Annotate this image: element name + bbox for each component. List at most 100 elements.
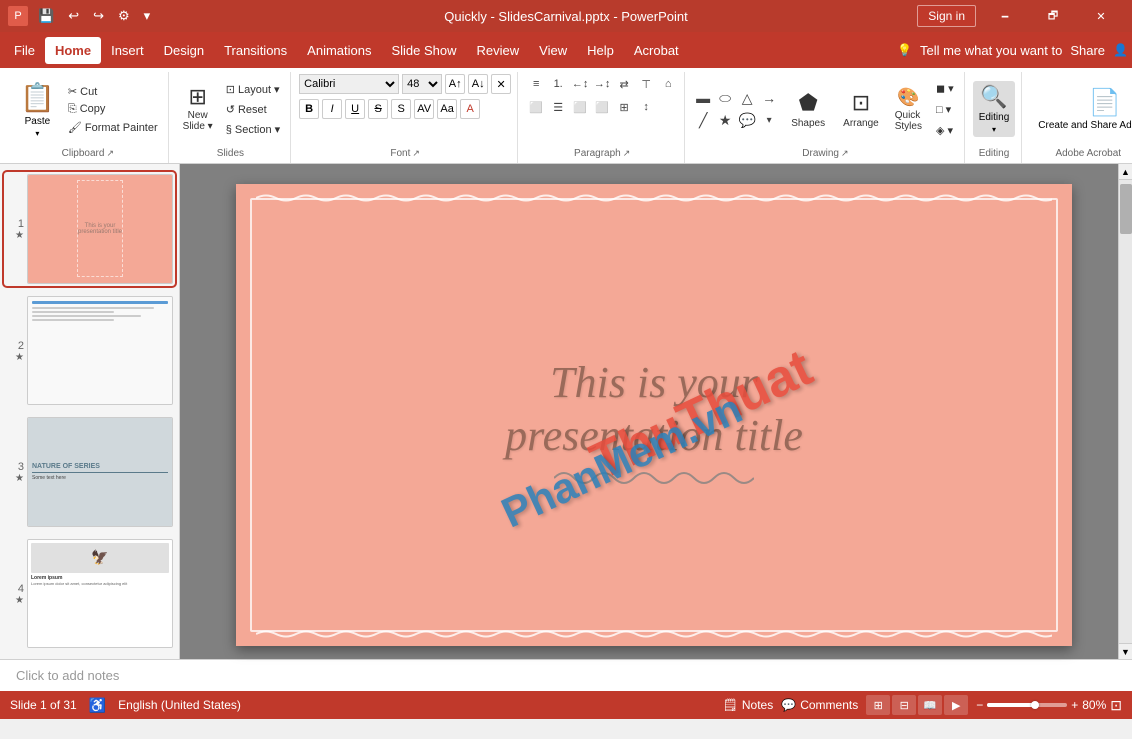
fit-to-window-button[interactable]: ⊡ xyxy=(1110,697,1122,714)
strikethrough-button[interactable]: S xyxy=(368,99,388,119)
slide-thumb-5[interactable]: 5 ★ Sentences are commonly quoted as a m… xyxy=(4,658,175,659)
bold-button[interactable]: B xyxy=(299,99,319,119)
menu-design[interactable]: Design xyxy=(154,37,214,64)
char-spacing-button[interactable]: AV xyxy=(414,99,434,119)
qat-dropdown[interactable]: ▾ xyxy=(140,6,155,26)
save-quick-btn[interactable]: 💾 xyxy=(34,6,58,26)
slide-panel[interactable]: 1 ★ This is yourpresentation title 2 ★ xyxy=(0,164,180,659)
scroll-up-button[interactable]: ▲ xyxy=(1119,164,1132,180)
shape-effects-button[interactable]: ◈ ▾ xyxy=(932,122,958,139)
menu-insert[interactable]: Insert xyxy=(101,37,154,64)
align-right[interactable]: ⬜ xyxy=(570,97,590,117)
section-button[interactable]: § Section ▾ xyxy=(222,121,284,138)
slide-thumb-3[interactable]: 3 ★ NATURE OF SERIES Some text here xyxy=(4,415,175,529)
font-name-select[interactable]: Calibri xyxy=(299,74,399,94)
menu-file[interactable]: File xyxy=(4,37,45,64)
paste-button[interactable]: 📋 Paste ▾ xyxy=(14,78,61,141)
align-left[interactable]: ⬜ xyxy=(526,97,546,117)
font-size-increase[interactable]: A↑ xyxy=(445,74,465,94)
shape-callout[interactable]: 💬 xyxy=(737,110,757,130)
menu-animations[interactable]: Animations xyxy=(297,37,381,64)
slide-sorter-button[interactable]: ⊟ xyxy=(892,695,916,715)
font-expand-icon[interactable]: ↗ xyxy=(412,148,420,159)
quick-styles-button[interactable]: 🎨 QuickStyles xyxy=(889,85,928,134)
shape-outline-button[interactable]: □ ▾ xyxy=(932,101,958,118)
slide-title[interactable]: This is yourpresentation title xyxy=(320,357,989,463)
reset-button[interactable]: ↺ Reset xyxy=(222,101,284,118)
cut-button[interactable]: ✂ Cut xyxy=(64,83,162,100)
slide-thumb-1[interactable]: 1 ★ This is yourpresentation title xyxy=(4,172,175,286)
share-icon[interactable]: 👤 xyxy=(1113,43,1128,57)
scroll-thumb[interactable] xyxy=(1120,184,1132,234)
menu-help[interactable]: Help xyxy=(577,37,624,64)
columns[interactable]: ⊞ xyxy=(614,97,634,117)
restore-button[interactable]: 🗗 xyxy=(1030,0,1076,32)
paragraph-expand-icon[interactable]: ↗ xyxy=(623,148,631,159)
paragraph-row1: ≡ 1. ←↕ →↕ ⇄ ⊤ ⌂ xyxy=(526,74,678,94)
numbering-button[interactable]: 1. xyxy=(548,74,568,94)
zoom-in-button[interactable]: + xyxy=(1071,698,1078,712)
align-center[interactable]: ☰ xyxy=(548,97,568,117)
drawing-expand-icon[interactable]: ↗ xyxy=(841,148,849,159)
vertical-scrollbar[interactable]: ▲ ▼ xyxy=(1118,164,1132,659)
justify[interactable]: ⬜ xyxy=(592,97,612,117)
align-text[interactable]: ⊤ xyxy=(636,74,656,94)
text-direction[interactable]: ⇄ xyxy=(614,74,634,94)
customize-btn[interactable]: ⚙ xyxy=(114,6,134,26)
shape-triangle[interactable]: △ xyxy=(737,88,757,108)
shape-star[interactable]: ★ xyxy=(715,110,735,130)
shapes-more[interactable]: ▾ xyxy=(759,110,779,130)
arrange-button[interactable]: ⊡ Arrange xyxy=(837,88,885,131)
menu-view[interactable]: View xyxy=(529,37,577,64)
menu-slideshow[interactable]: Slide Show xyxy=(381,37,466,64)
indent-decrease[interactable]: ←↕ xyxy=(570,74,590,94)
new-slide-button[interactable]: ⊞ NewSlide ▾ xyxy=(177,83,219,135)
copy-button[interactable]: ⎘ Copy xyxy=(64,101,162,118)
font-size-select[interactable]: 48 xyxy=(402,74,442,94)
comments-status-btn[interactable]: 💬 Comments xyxy=(781,698,858,712)
shape-fill-button[interactable]: ◼ ▾ xyxy=(932,80,958,97)
share-label[interactable]: Share xyxy=(1070,43,1105,58)
undo-btn[interactable]: ↩ xyxy=(64,6,83,26)
indent-increase[interactable]: →↕ xyxy=(592,74,612,94)
reading-view-button[interactable]: 📖 xyxy=(918,695,942,715)
shape-rect[interactable]: ▬ xyxy=(693,88,713,108)
clipboard-expand-icon[interactable]: ↗ xyxy=(106,148,114,159)
text-shadow-button[interactable]: S xyxy=(391,99,411,119)
zoom-slider[interactable] xyxy=(987,703,1067,707)
shape-oval[interactable]: ⬭ xyxy=(715,88,735,108)
redo-btn[interactable]: ↪ xyxy=(89,6,108,26)
font-color-button[interactable]: A xyxy=(460,99,480,119)
slide-thumb-4[interactable]: 4 ★ 🦅 Lorem ipsum Lorem ipsum dolor sit … xyxy=(4,537,175,651)
slide-thumb-2[interactable]: 2 ★ xyxy=(4,294,175,408)
close-button[interactable]: ✕ xyxy=(1078,0,1124,32)
bullets-button[interactable]: ≡ xyxy=(526,74,546,94)
shape-arrow[interactable]: → xyxy=(759,88,779,108)
scroll-down-button[interactable]: ▼ xyxy=(1119,643,1132,659)
slideshow-button[interactable]: ▶ xyxy=(944,695,968,715)
editing-button[interactable]: 🔍 Editing ▾ xyxy=(973,81,1016,137)
change-case-button[interactable]: Aa xyxy=(437,99,457,119)
smartart[interactable]: ⌂ xyxy=(658,74,678,94)
shapes-button[interactable]: ⬟ Shapes xyxy=(785,88,831,131)
minimize-button[interactable]: 🗕 xyxy=(982,0,1028,32)
shape-line[interactable]: ╱ xyxy=(693,110,713,130)
italic-button[interactable]: I xyxy=(322,99,342,119)
menu-acrobat[interactable]: Acrobat xyxy=(624,37,689,64)
sign-in-button[interactable]: Sign in xyxy=(917,5,976,27)
underline-button[interactable]: U xyxy=(345,99,365,119)
notes-status-btn[interactable]: 🗒 Notes xyxy=(723,698,774,712)
slide-canvas[interactable]: This is yourpresentation title ThuThuat … xyxy=(236,184,1072,646)
clear-formatting[interactable]: ✕ xyxy=(491,74,511,94)
layout-button[interactable]: ⊡ Layout ▾ xyxy=(222,81,284,98)
menu-review[interactable]: Review xyxy=(467,37,530,64)
zoom-out-button[interactable]: − xyxy=(976,698,983,712)
create-share-pdf-button[interactable]: 📄 Create and Share Adobe PDF xyxy=(1030,83,1132,135)
font-size-decrease[interactable]: A↓ xyxy=(468,74,488,94)
wavy-bottom xyxy=(256,628,1052,638)
normal-view-button[interactable]: ⊞ xyxy=(866,695,890,715)
menu-transitions[interactable]: Transitions xyxy=(214,37,297,64)
menu-home[interactable]: Home xyxy=(45,37,101,64)
format-painter-button[interactable]: 🖌 Format Painter xyxy=(64,119,162,136)
line-spacing[interactable]: ↕ xyxy=(636,97,656,117)
